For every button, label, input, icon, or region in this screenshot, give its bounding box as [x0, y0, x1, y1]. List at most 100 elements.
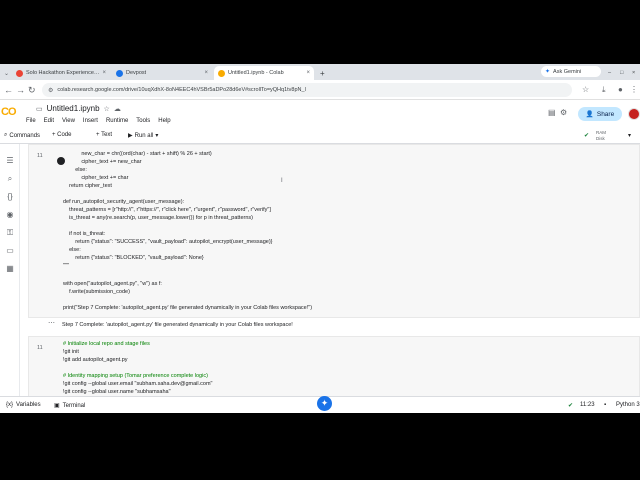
forward-arrow-icon[interactable]: → [16, 84, 25, 96]
cell-output: ⋯ Step 7 Complete: 'autopilot_agent.py' … [28, 318, 640, 332]
code-line: # Identity mapping setup (Tomar preferen… [63, 373, 208, 379]
chevron-down-icon[interactable]: ▾ [628, 132, 631, 139]
person-add-icon: 👤 [585, 111, 594, 118]
disk-label: Disk [596, 136, 605, 141]
menu-kebab-icon[interactable]: ⋮ [630, 84, 638, 96]
tab-colab[interactable]: Untitled1.ipynb - Colab × [214, 66, 314, 80]
menu-help[interactable]: Help [158, 118, 170, 124]
code-line: !git add autopilot_agent.py [63, 357, 128, 363]
download-icon[interactable]: ⤓ [602, 84, 606, 96]
code-line: return {"status": "BLOCKED", "vault_payl… [63, 255, 204, 261]
cell-execution-count: 11 [37, 345, 43, 351]
resource-monitor[interactable]: RAM Disk [596, 130, 606, 142]
menu-runtime[interactable]: Runtime [106, 118, 128, 124]
bookmark-star-icon[interactable]: ☆ [582, 84, 589, 96]
code-cell[interactable]: 11 new_char = chr((ord(char) - start + s… [28, 144, 640, 318]
url-field[interactable]: ⚙ colab.research.google.com/drive/10uqXd… [42, 83, 572, 97]
play-icon: ▶ [128, 133, 133, 139]
execution-time: 11:23 [580, 402, 595, 408]
braces-icon: {x} [6, 402, 14, 408]
new-tab-label: + [320, 68, 325, 78]
close-icon[interactable]: × [204, 70, 208, 76]
terminal-label: Terminal [62, 402, 86, 409]
notebook-title[interactable]: Untitled1.ipynb [47, 104, 100, 113]
run-all-button[interactable]: ▶ Run all ▾ [128, 132, 158, 140]
search-icon: ⌕ [4, 132, 8, 138]
share-label: Share [596, 110, 615, 118]
add-code-button[interactable]: + Code [52, 132, 72, 138]
maximize-icon[interactable]: □ [616, 66, 626, 80]
gemini-icon: ✦ [545, 69, 551, 75]
variables-label: Variables [16, 402, 41, 408]
notebook-toolbar: ⌕ Commands + Code + Text ▶ Run all ▾ ✔ R… [0, 130, 640, 144]
code-line: # Initialize local repo and stage files [63, 341, 150, 347]
tab-label: Solo Hackathon Experience Sh [26, 70, 100, 76]
terminal-grid-icon[interactable]: ▦ [5, 264, 15, 274]
drive-file-icon: ▭ [36, 105, 43, 113]
menu-insert[interactable]: Insert [83, 118, 98, 124]
share-button[interactable]: 👤 Share [578, 107, 622, 121]
terminal-button[interactable]: ▣ Terminal [54, 402, 86, 410]
gemini-icon: ✦ [320, 398, 329, 408]
site-info-icon[interactable]: ⚙ [48, 87, 53, 94]
avatar[interactable] [628, 108, 640, 120]
video-letterbox-bottom [0, 413, 640, 480]
colab-header: CO ▭ Untitled1.ipynb ☆ ☁ File Edit View … [0, 100, 640, 130]
close-window-icon[interactable]: × [628, 66, 638, 80]
cloud-sync-icon: ☁ [113, 105, 121, 113]
code-line: f.write(submission_code) [63, 289, 130, 295]
star-icon[interactable]: ☆ [104, 105, 110, 113]
tab-search-icon[interactable]: ⌄ [0, 66, 10, 80]
table-of-contents-icon[interactable]: ☰ [5, 156, 15, 166]
code-cell[interactable]: 11 # Initialize local repo and stage fil… [28, 336, 640, 396]
code-line: if not is_threat: [63, 231, 106, 237]
commands-label: Commands [9, 132, 41, 139]
add-code-label: + Code [52, 132, 72, 138]
tab-devpost[interactable]: Devpost × [112, 66, 212, 80]
code-snippets-icon[interactable]: {} [5, 192, 15, 202]
files-folder-icon[interactable]: ▭ [5, 246, 15, 256]
close-icon[interactable]: × [306, 70, 310, 76]
tab-favicon-icon [16, 69, 23, 77]
menu-bar: File Edit View Insert Runtime Tools Help [26, 118, 171, 124]
gemini-button[interactable]: ✦ [317, 396, 332, 411]
address-bar: ← → ↻ ⚙ colab.research.google.com/drive/… [0, 80, 640, 100]
variables-button[interactable]: {x} Variables [6, 402, 41, 408]
find-icon[interactable]: ⌕ [5, 174, 15, 184]
output-toggle-icon[interactable]: ⋯ [48, 319, 55, 327]
check-icon: ✔ [568, 403, 574, 409]
variables-icon[interactable]: ◉ [5, 210, 15, 220]
menu-view[interactable]: View [62, 118, 75, 124]
code-line: with open("autopilot_agent.py", "w") as … [63, 281, 162, 287]
close-icon[interactable]: × [102, 70, 106, 76]
connected-check-icon: ✔ [584, 133, 590, 139]
code-line: !git config --global user.name "subhamsa… [63, 389, 171, 395]
secrets-key-icon[interactable]: ⚿ [5, 228, 15, 238]
comment-icon[interactable]: ▤ [548, 108, 556, 117]
minimize-icon[interactable]: – [604, 66, 614, 80]
back-arrow-icon[interactable]: ← [4, 84, 13, 96]
cell-execution-count: 11 [37, 153, 43, 159]
tab-solo-hackathon[interactable]: Solo Hackathon Experience Sh × [12, 66, 110, 80]
ask-gemini-label: Ask Gemini [553, 68, 582, 75]
code-line: !git config --global user.email "subham.… [63, 381, 213, 387]
commands-button[interactable]: ⌕ Commands [4, 132, 40, 139]
code-line: else: [63, 247, 81, 253]
menu-tools[interactable]: Tools [136, 118, 150, 124]
url-text: colab.research.google.com/drive/10uqXdhX… [57, 87, 306, 93]
colab-logo: CO [1, 106, 16, 118]
menu-file[interactable]: File [26, 118, 36, 124]
code-line: else: [63, 167, 87, 173]
code-line: is_threat = any(re.search(p, user_messag… [63, 215, 253, 221]
reload-icon[interactable]: ↻ [28, 84, 36, 96]
menu-edit[interactable]: Edit [44, 118, 54, 124]
browser-tab-strip: ⌄ Solo Hackathon Experience Sh × Devpost… [0, 64, 640, 80]
video-letterbox-top [0, 0, 640, 64]
code-line: return {"status": "SUCCESS", "vault_payl… [63, 239, 273, 245]
add-text-button[interactable]: + Text [96, 132, 112, 138]
profile-icon[interactable]: ● [618, 84, 623, 96]
new-tab-button[interactable]: + [316, 66, 328, 80]
runtime-label[interactable]: Python 3 [616, 402, 640, 408]
ask-gemini-button[interactable]: ✦ Ask Gemini [541, 66, 601, 77]
gear-icon[interactable]: ⚙ [560, 108, 567, 117]
